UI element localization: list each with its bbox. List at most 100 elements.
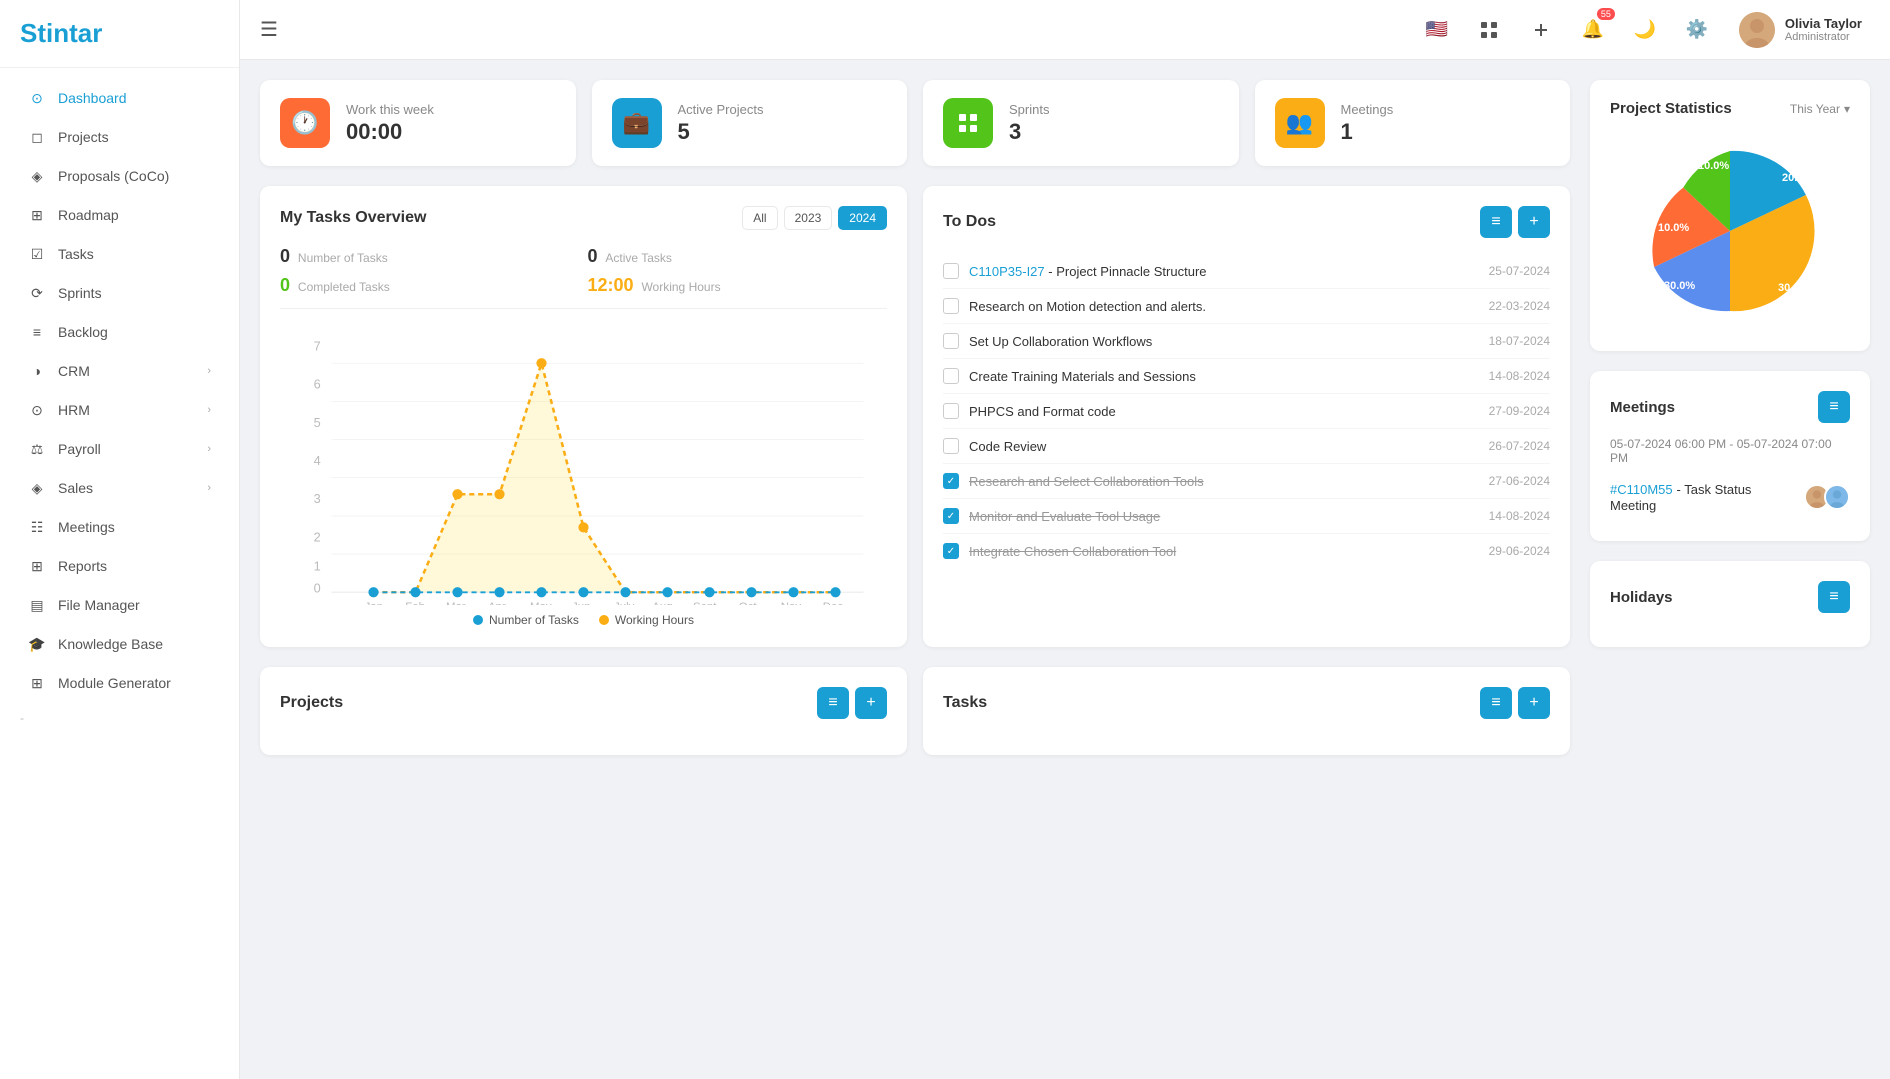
svg-text:4: 4 xyxy=(314,453,321,468)
menu-button[interactable]: ☰ xyxy=(260,17,278,42)
projects-add-button[interactable]: + xyxy=(855,687,887,719)
todo-checkbox-1[interactable] xyxy=(943,263,959,279)
todo-checkbox-7[interactable]: ✓ xyxy=(943,473,959,489)
sidebar-item-reports[interactable]: ⊞ Reports xyxy=(8,547,231,585)
sidebar-item-label: File Manager xyxy=(58,597,140,613)
year-select[interactable]: This Year ▾ xyxy=(1790,102,1850,116)
tasks-overview-title: My Tasks Overview xyxy=(280,209,426,227)
svg-text:6: 6 xyxy=(314,377,321,392)
todos-list-button[interactable]: ≡ xyxy=(1480,206,1512,238)
sidebar-item-knowledge-base[interactable]: 🎓 Knowledge Base xyxy=(8,625,231,663)
tasks-stats-row: 0 Number of Tasks 0 Active Tasks 0 Compl… xyxy=(280,246,887,309)
todo-date-5: 27-09-2024 xyxy=(1489,404,1550,418)
notifications-button[interactable]: 🔔 55 xyxy=(1575,12,1611,48)
todo-text-1: C110P35-I27 - Project Pinnacle Structure xyxy=(969,264,1479,279)
meeting-link[interactable]: #C110M55 xyxy=(1610,482,1673,497)
sidebar-item-label: Payroll xyxy=(58,441,101,457)
backlog-icon: ≡ xyxy=(28,323,46,341)
sidebar-item-meetings[interactable]: ☷ Meetings xyxy=(8,508,231,546)
sidebar-item-file-manager[interactable]: ▤ File Manager xyxy=(8,586,231,624)
tasks-add-button[interactable]: + xyxy=(1518,687,1550,719)
projects-list-button[interactable]: ≡ xyxy=(817,687,849,719)
sidebar-item-label: Reports xyxy=(58,558,107,574)
user-profile[interactable]: Olivia Taylor Administrator xyxy=(1731,8,1870,52)
meeting-avatar-2 xyxy=(1824,484,1850,510)
active-tasks-stat: 0 Active Tasks xyxy=(588,246,888,267)
sidebar-item-tasks[interactable]: ☑ Tasks xyxy=(8,235,231,273)
language-selector[interactable]: 🇺🇸 xyxy=(1419,12,1455,48)
filter-2024[interactable]: 2024 xyxy=(838,206,887,230)
todo-text-4: Create Training Materials and Sessions xyxy=(969,369,1479,384)
todo-link-1[interactable]: C110P35-I27 xyxy=(969,264,1045,279)
number-of-tasks-label: Number of Tasks xyxy=(298,251,388,265)
chevron-right-icon: › xyxy=(207,404,211,416)
notification-badge: 55 xyxy=(1597,8,1615,20)
sidebar-item-sales[interactable]: ◈ Sales › xyxy=(8,469,231,507)
sidebar-item-label: Module Generator xyxy=(58,675,171,691)
sidebar-item-label: Meetings xyxy=(58,519,115,535)
sidebar-item-projects[interactable]: ◻ Projects xyxy=(8,118,231,156)
chevron-right-icon: › xyxy=(207,365,211,377)
svg-text:May: May xyxy=(530,601,552,605)
sprints-label: Sprints xyxy=(1009,102,1049,117)
stat-card-sprints: Sprints 3 xyxy=(923,80,1239,166)
roadmap-icon: ⊞ xyxy=(28,206,46,224)
working-hours-label: Working Hours xyxy=(641,280,720,294)
sidebar-item-crm[interactable]: ◑ CRM › xyxy=(8,352,231,390)
active-projects-value: 5 xyxy=(678,119,764,145)
legend-hours-label: Working Hours xyxy=(615,613,694,627)
sidebar-item-roadmap[interactable]: ⊞ Roadmap xyxy=(8,196,231,234)
meeting-avatars xyxy=(1810,484,1850,510)
todo-checkbox-8[interactable]: ✓ xyxy=(943,508,959,524)
filter-2023[interactable]: 2023 xyxy=(784,206,833,230)
sidebar-item-module-generator[interactable]: ⊞ Module Generator xyxy=(8,664,231,702)
todo-item-7: ✓ Research and Select Collaboration Tool… xyxy=(943,464,1550,499)
legend-tasks: Number of Tasks xyxy=(473,613,579,627)
todo-checkbox-4[interactable] xyxy=(943,368,959,384)
working-hours-value: 12:00 xyxy=(588,275,634,295)
user-text: Olivia Taylor Administrator xyxy=(1785,16,1862,43)
todo-item-2: Research on Motion detection and alerts.… xyxy=(943,289,1550,324)
year-label: This Year xyxy=(1790,102,1840,116)
sidebar-item-proposals[interactable]: ◈ Proposals (CoCo) xyxy=(8,157,231,195)
sidebar-item-backlog[interactable]: ≡ Backlog xyxy=(8,313,231,351)
holidays-list-button[interactable]: ≡ xyxy=(1818,581,1850,613)
todo-date-7: 27-06-2024 xyxy=(1489,474,1550,488)
proposals-icon: ◈ xyxy=(28,167,46,185)
sidebar-item-payroll[interactable]: ⚖ Payroll › xyxy=(8,430,231,468)
apps-button[interactable] xyxy=(1471,12,1507,48)
sprints-icon xyxy=(943,98,993,148)
projects-panel-header: Projects ≡ + xyxy=(280,687,887,719)
knowledge-base-icon: 🎓 xyxy=(28,635,46,653)
todo-checkbox-3[interactable] xyxy=(943,333,959,349)
user-name: Olivia Taylor xyxy=(1785,16,1862,31)
todo-checkbox-2[interactable] xyxy=(943,298,959,314)
active-projects-label: Active Projects xyxy=(678,102,764,117)
legend-hours-dot xyxy=(599,615,609,625)
todos-add-button[interactable]: + xyxy=(1518,206,1550,238)
svg-text:7: 7 xyxy=(314,338,321,353)
meetings-list-button[interactable]: ≡ xyxy=(1818,391,1850,423)
tasks-panel: Tasks ≡ + xyxy=(923,667,1570,755)
todo-date-6: 26-07-2024 xyxy=(1489,439,1550,453)
work-week-label: Work this week xyxy=(346,102,434,117)
sidebar-item-hrm[interactable]: ⊙ HRM › xyxy=(8,391,231,429)
projects-panel: Projects ≡ + xyxy=(260,667,907,755)
todo-text-2: Research on Motion detection and alerts. xyxy=(969,299,1479,314)
tasks-list-button[interactable]: ≡ xyxy=(1480,687,1512,719)
settings-button[interactable]: ⚙️ xyxy=(1679,12,1715,48)
theme-toggle[interactable]: 🌙 xyxy=(1627,12,1663,48)
active-projects-text: Active Projects 5 xyxy=(678,102,764,145)
filter-all[interactable]: All xyxy=(742,206,777,230)
sprints-value: 3 xyxy=(1009,119,1049,145)
todo-checkbox-5[interactable] xyxy=(943,403,959,419)
todo-checkbox-9[interactable]: ✓ xyxy=(943,543,959,559)
meetings-right-title: Meetings xyxy=(1610,399,1675,416)
project-statistics-title: Project Statistics xyxy=(1610,100,1732,117)
sidebar-item-sprints[interactable]: ⟳ Sprints xyxy=(8,274,231,312)
todo-checkbox-6[interactable] xyxy=(943,438,959,454)
add-button[interactable] xyxy=(1523,12,1559,48)
svg-text:1: 1 xyxy=(314,559,321,574)
svg-text:Dec: Dec xyxy=(823,601,844,605)
sidebar-item-dashboard[interactable]: ⊙ Dashboard xyxy=(8,79,231,117)
